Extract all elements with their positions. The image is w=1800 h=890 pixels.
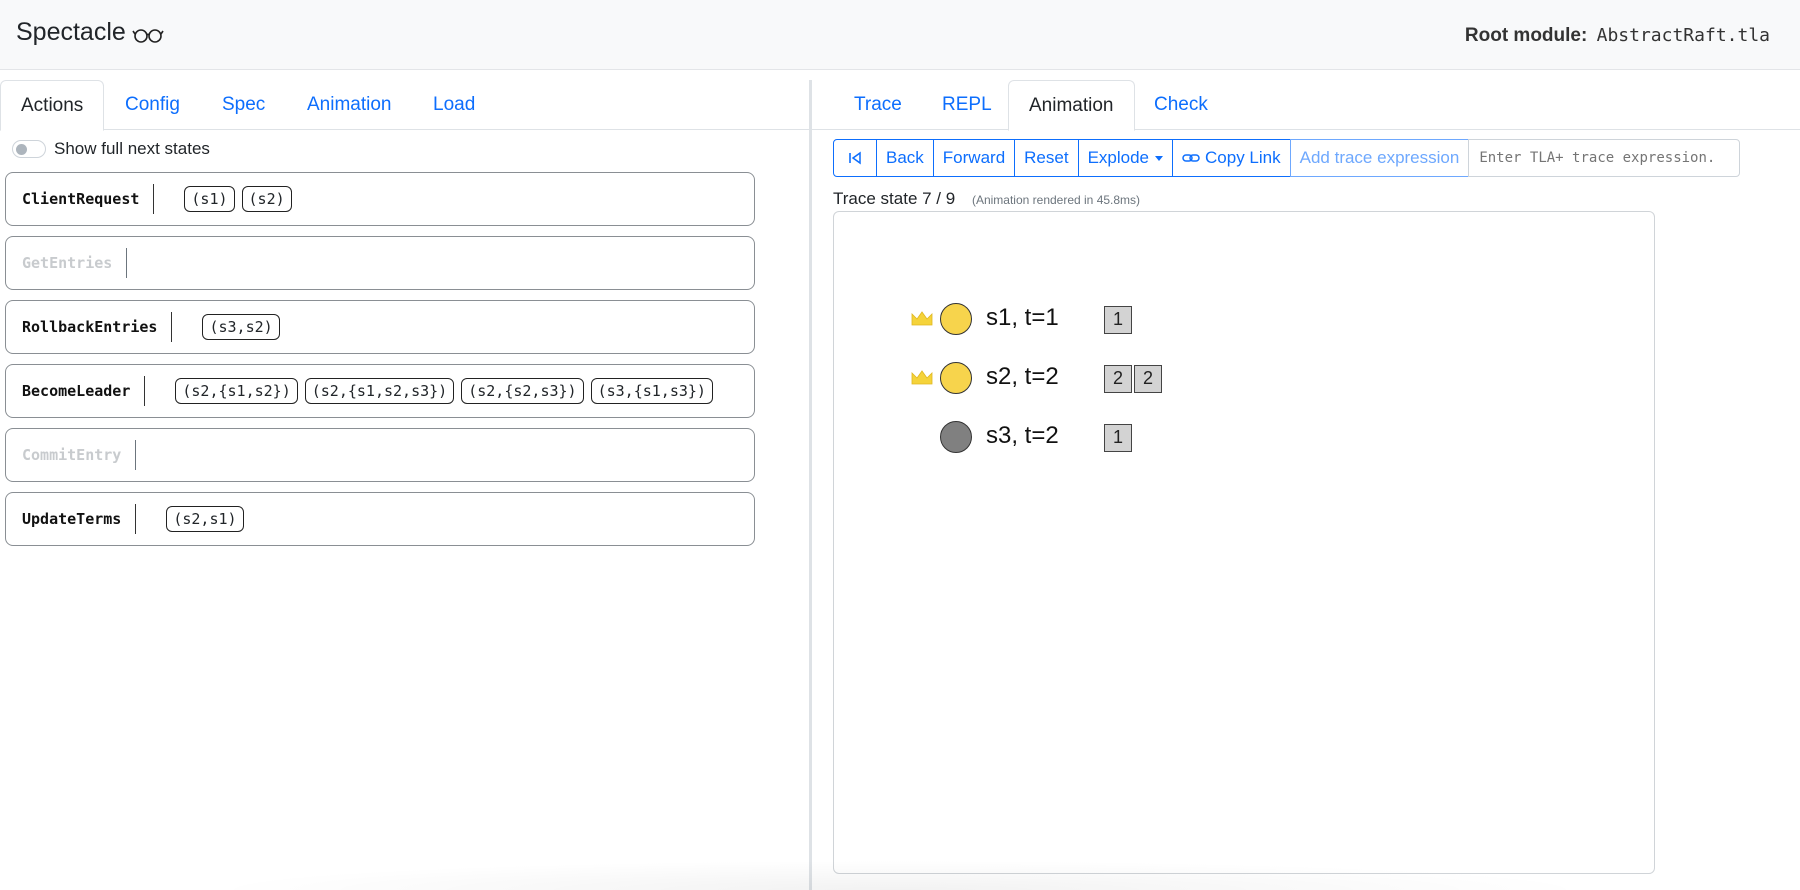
- root-module-file: AbstractRaft.tla: [1596, 25, 1770, 46]
- log-entry: 1: [1104, 424, 1132, 452]
- action-card-rollbackentries: RollbackEntries (s3,s2): [5, 300, 755, 354]
- glasses-icon: [132, 29, 164, 43]
- server-label: s3, t=2: [986, 422, 1059, 449]
- trace-state-text: Trace state 7 / 9: [833, 189, 956, 208]
- tab-trace[interactable]: Trace: [834, 80, 922, 130]
- action-card-getentries: GetEntries: [5, 236, 755, 290]
- action-arg[interactable]: (s3,s2): [202, 314, 280, 340]
- back-button[interactable]: Back: [876, 139, 934, 177]
- go-to-start-button[interactable]: [833, 139, 877, 177]
- tab-config[interactable]: Config: [105, 80, 200, 130]
- tab-repl[interactable]: REPL: [922, 80, 1012, 130]
- action-arg[interactable]: (s2,{s1,s2}): [175, 378, 298, 404]
- action-name: UpdateTerms: [22, 510, 122, 528]
- server-label: s2, t=2: [986, 363, 1059, 390]
- root-module-label: Root module:: [1464, 25, 1588, 46]
- action-name: RollbackEntries: [22, 318, 158, 336]
- render-time-text: (Animation rendered in 45.8ms): [971, 193, 1141, 207]
- root-module: Root module: AbstractRaft.tla: [1465, 25, 1770, 47]
- action-separator: [153, 184, 155, 214]
- action-card-commitentry: CommitEntry: [5, 428, 755, 482]
- action-card-updateterms: UpdateTerms (s2,s1): [5, 492, 755, 546]
- copy-link-button[interactable]: Copy Link: [1172, 139, 1291, 177]
- left-tabs: Actions Config Spec Animation Load: [0, 80, 810, 131]
- trace-info: Trace state 7 / 9 (Animation rendered in…: [833, 189, 1140, 209]
- action-separator: [126, 248, 128, 278]
- app-title: Spectacle: [16, 18, 126, 46]
- action-card-clientrequest: ClientRequest (s1) (s2): [5, 172, 755, 226]
- crown-icon: [911, 370, 933, 385]
- tab-actions[interactable]: Actions: [0, 80, 105, 131]
- action-name: CommitEntry: [22, 446, 122, 464]
- action-name: BecomeLeader: [22, 382, 131, 400]
- right-tabs: Trace REPL Animation Check: [812, 80, 1800, 131]
- reset-button[interactable]: Reset: [1014, 139, 1079, 177]
- caret-down-icon: [1155, 155, 1164, 161]
- full-next-states-label: Show full next states: [54, 139, 210, 158]
- tab-animation[interactable]: Animation: [1008, 80, 1135, 131]
- explode-label: Explode: [1087, 148, 1150, 167]
- trace-toolbar: Back Forward Reset Explode Copy Link Add…: [833, 139, 1741, 177]
- full-next-states-toggle[interactable]: [12, 140, 46, 158]
- action-arg[interactable]: (s2,{s2,s3}): [461, 378, 584, 404]
- skip-to-start-icon: [849, 151, 861, 165]
- add-trace-expression-button[interactable]: Add trace expression: [1289, 139, 1470, 177]
- action-name: GetEntries: [22, 254, 113, 272]
- app-header: Spectacle Root module: AbstractRaft.tla: [0, 0, 1800, 70]
- action-name: ClientRequest: [22, 190, 140, 208]
- tab-check[interactable]: Check: [1134, 80, 1228, 130]
- tab-load[interactable]: Load: [413, 80, 495, 130]
- action-card-becomeleader: BecomeLeader (s2,{s1,s2}) (s2,{s1,s2,s3}…: [5, 364, 755, 418]
- action-arg[interactable]: (s2,s1): [166, 506, 244, 532]
- action-arg[interactable]: (s3,{s1,s3}): [590, 378, 713, 404]
- action-separator: [135, 504, 137, 534]
- server-node: [940, 303, 972, 335]
- log-entry: 2: [1104, 365, 1132, 393]
- trace-expression-input[interactable]: [1468, 139, 1741, 177]
- action-arg[interactable]: (s1): [184, 186, 235, 212]
- action-separator: [135, 440, 137, 470]
- actions-list: ClientRequest (s1) (s2) GetEntries Rollb…: [5, 172, 755, 556]
- action-arg[interactable]: (s2): [241, 186, 292, 212]
- server-label: s1, t=1: [986, 304, 1059, 331]
- action-arg[interactable]: (s2,{s1,s2,s3}): [304, 378, 455, 404]
- left-pane: Actions Config Spec Animation Load Show …: [0, 80, 810, 890]
- tab-spec[interactable]: Spec: [202, 80, 285, 130]
- server-node: [940, 362, 972, 394]
- tab-animation[interactable]: Animation: [287, 80, 412, 130]
- log-entry: 2: [1134, 365, 1162, 393]
- animation-canvas: s1, t=1 1 s2, t=2 2 2 s3, t=2 1: [833, 211, 1655, 874]
- action-separator: [171, 312, 173, 342]
- log-entries: 1: [1104, 424, 1132, 452]
- log-entries: 1: [1104, 306, 1132, 334]
- log-entry: 1: [1104, 306, 1132, 334]
- link-icon: [1182, 154, 1200, 162]
- action-separator: [144, 376, 146, 406]
- explode-dropdown[interactable]: Explode: [1077, 139, 1174, 177]
- right-pane: Trace REPL Animation Check Back Forward …: [812, 80, 1800, 890]
- forward-button[interactable]: Forward: [932, 139, 1016, 177]
- copy-link-label: Copy Link: [1205, 148, 1281, 167]
- log-entries: 2 2: [1104, 365, 1162, 393]
- crown-icon: [911, 311, 933, 326]
- server-node: [940, 421, 972, 453]
